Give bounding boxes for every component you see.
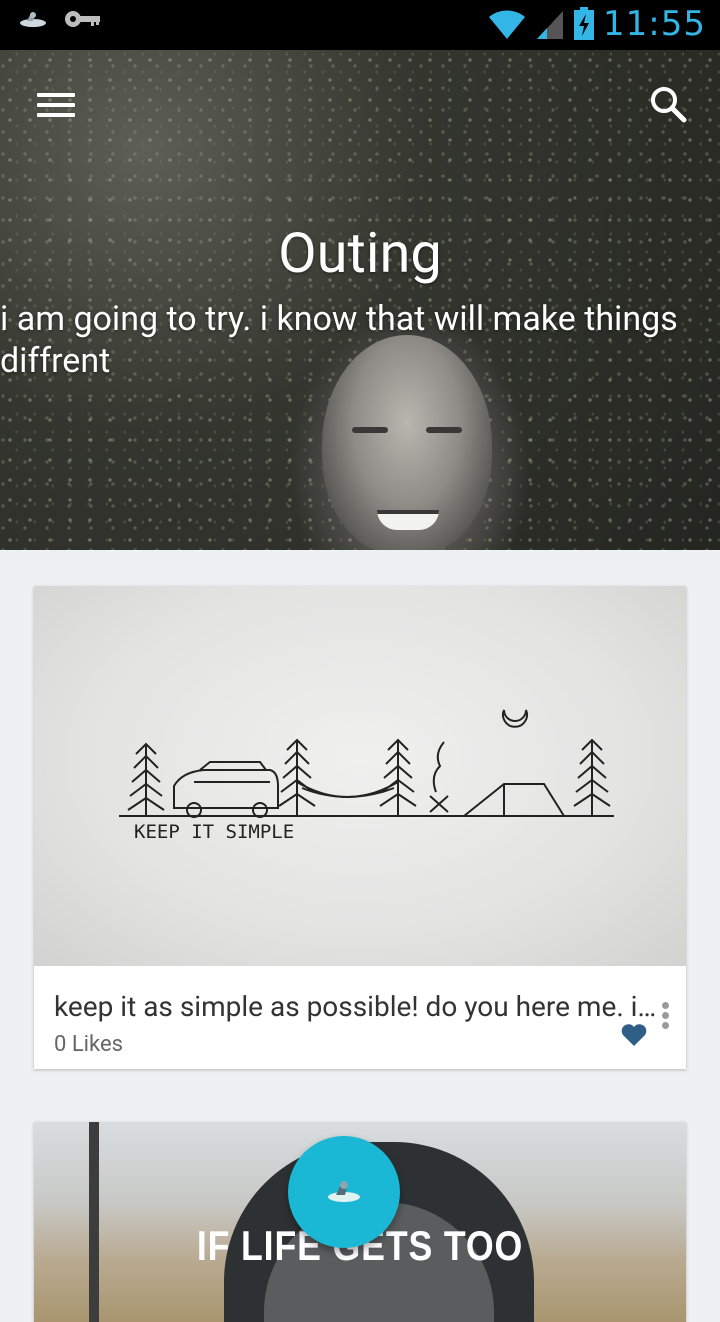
image-pole bbox=[89, 1122, 99, 1322]
page-subtitle: i am going to try. i know that will make… bbox=[0, 299, 678, 381]
wifi-icon bbox=[489, 10, 526, 39]
toolbar bbox=[0, 50, 720, 160]
vpn-key-icon bbox=[65, 11, 100, 27]
post-text: keep it as simple as possible! do you he… bbox=[54, 990, 664, 1023]
post-image-caption: KEEP IT SIMPLE bbox=[134, 821, 294, 843]
battery-charging-icon bbox=[574, 7, 595, 40]
header-banner: Outing i am going to try. i know that wi… bbox=[0, 50, 720, 550]
floating-action-button[interactable] bbox=[288, 1136, 400, 1248]
status-system: 11:55 bbox=[487, 4, 706, 44]
heart-icon[interactable] bbox=[620, 1022, 648, 1048]
post-card-body: keep it as simple as possible! do you he… bbox=[34, 966, 686, 1069]
status-notifications bbox=[18, 8, 102, 30]
likes-count: 0 Likes bbox=[54, 1032, 123, 1057]
post-image[interactable]: KEEP IT SIMPLE bbox=[34, 586, 686, 966]
status-bar: 11:55 bbox=[0, 0, 720, 50]
app-notification-icon bbox=[20, 12, 46, 27]
status-time: 11:55 bbox=[603, 4, 706, 44]
post-card[interactable]: KEEP IT SIMPLE keep it as simple as poss… bbox=[34, 586, 686, 1069]
more-vert-icon[interactable] bbox=[658, 1002, 672, 1032]
cell-signal-icon bbox=[537, 11, 564, 39]
search-icon[interactable] bbox=[644, 80, 694, 130]
app-logo-icon bbox=[328, 1181, 360, 1202]
page-title: Outing bbox=[278, 220, 442, 286]
keep-it-simple-drawing: KEEP IT SIMPLE bbox=[119, 709, 614, 843]
hamburger-menu-icon[interactable] bbox=[28, 84, 84, 126]
